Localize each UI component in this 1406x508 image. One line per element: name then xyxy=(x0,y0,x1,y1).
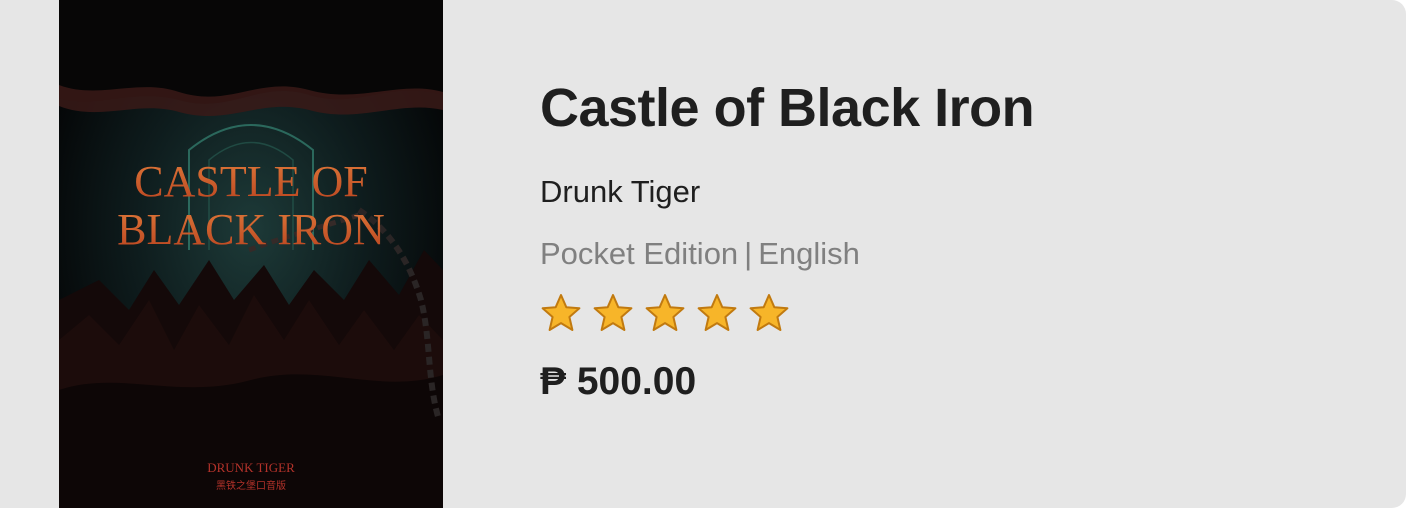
star-icon xyxy=(697,294,737,331)
cover-author: DRUNK TIGER xyxy=(207,460,295,475)
book-price: ₱ 500.00 xyxy=(540,360,697,403)
book-details: Castle of Black Iron Drunk Tiger Pocket … xyxy=(540,0,1360,508)
book-cover-image[interactable]: CASTLE OF BLACK IRON DRUNK TIGER 黑铁之堡口音版 xyxy=(59,0,443,508)
star-rating xyxy=(540,292,790,338)
book-card[interactable]: CASTLE OF BLACK IRON DRUNK TIGER 黑铁之堡口音版… xyxy=(0,0,1406,508)
star-icon xyxy=(749,294,789,331)
book-language: English xyxy=(758,236,860,271)
book-meta: Pocket Edition | English xyxy=(540,234,860,274)
cover-title-line1: CASTLE OF xyxy=(134,157,367,206)
book-cover-art: CASTLE OF BLACK IRON DRUNK TIGER 黑铁之堡口音版 xyxy=(59,0,443,508)
book-format: Pocket Edition xyxy=(540,236,739,271)
cover-subtitle: 黑铁之堡口音版 xyxy=(216,479,286,492)
star-icon xyxy=(541,294,581,331)
book-author[interactable]: Drunk Tiger xyxy=(540,172,700,212)
book-title[interactable]: Castle of Black Iron xyxy=(540,76,1035,140)
star-icon xyxy=(593,294,633,331)
star-icon xyxy=(645,294,685,331)
cover-title-line2: BLACK IRON xyxy=(117,205,385,254)
meta-separator: | xyxy=(744,236,753,271)
